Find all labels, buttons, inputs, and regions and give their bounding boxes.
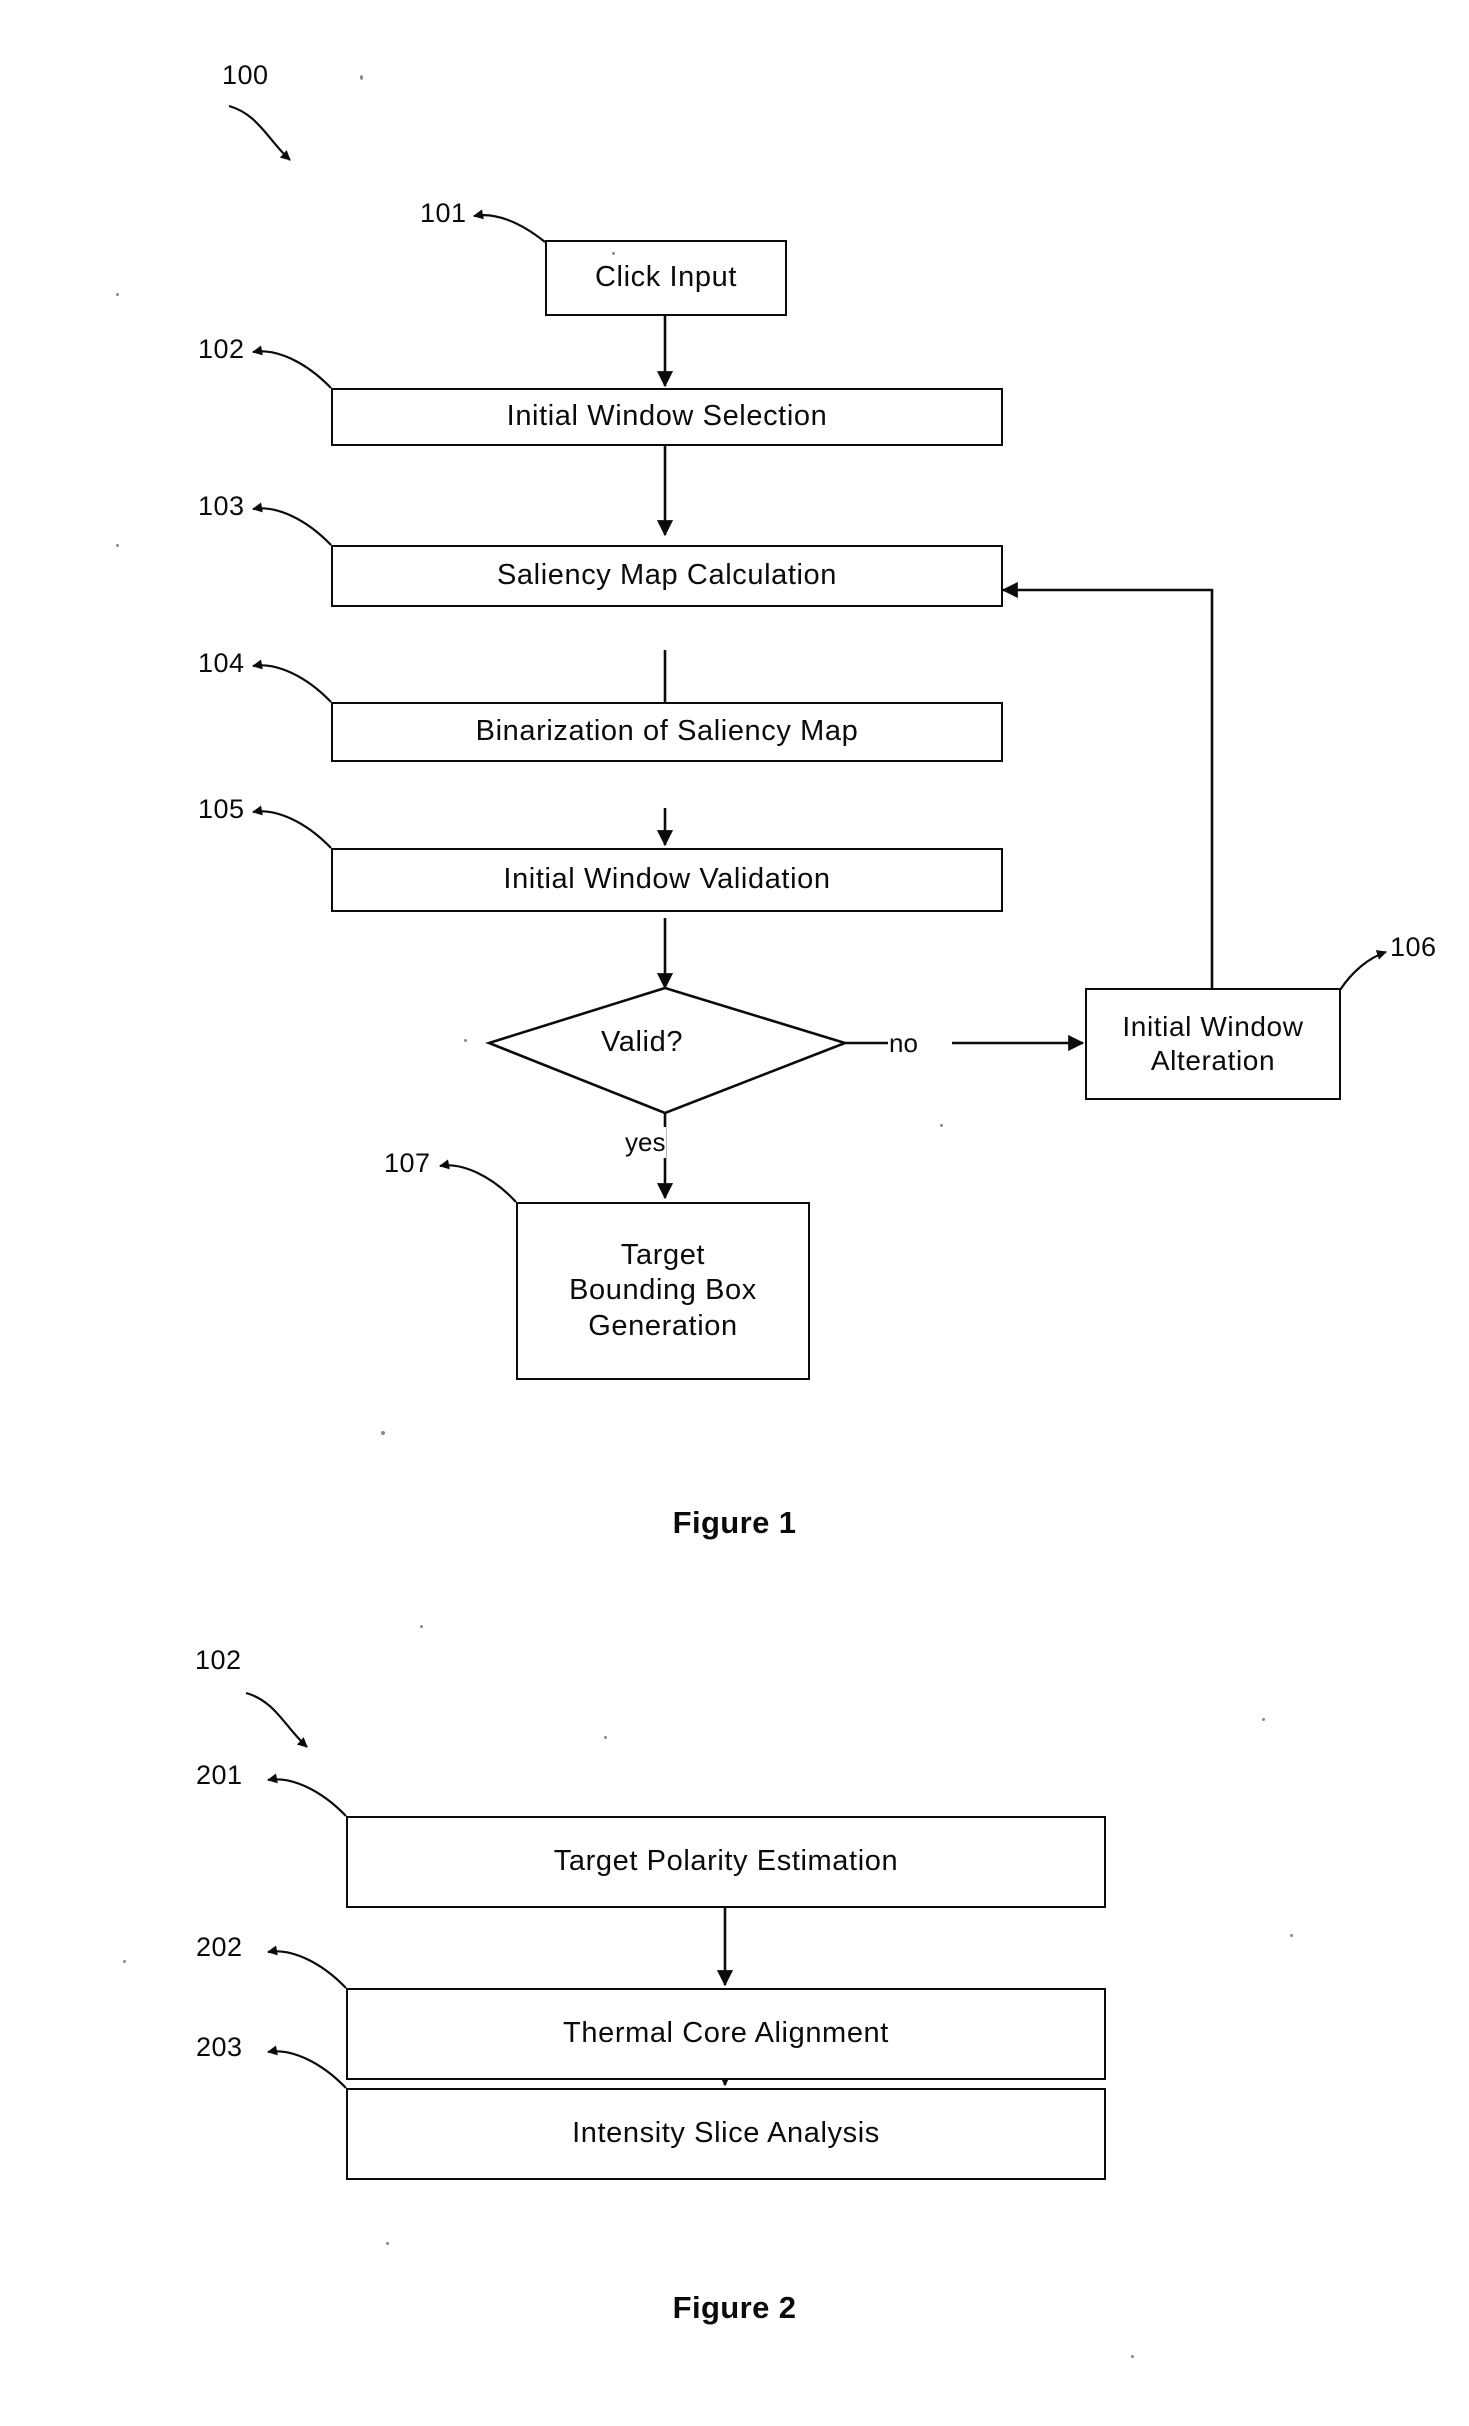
ref-label-fig2-102: 102 xyxy=(195,1645,242,1675)
scan-speck xyxy=(940,1124,943,1127)
scan-speck xyxy=(1290,1934,1293,1937)
ref-label-106: 106 xyxy=(1390,932,1437,962)
scan-speck xyxy=(116,544,119,547)
ref-label-202: 202 xyxy=(196,1932,243,1962)
scan-speck xyxy=(386,2242,389,2245)
node-saliency-map-calculation-label: Saliency Map Calculation xyxy=(496,559,837,592)
node-click-input[interactable]: Click Input xyxy=(545,240,787,316)
ref-label-102: 102 xyxy=(198,334,245,364)
node-initial-window-alteration-label: Initial Window Alteration xyxy=(1122,1010,1304,1076)
ref-label-101: 101 xyxy=(420,198,467,228)
scan-speck xyxy=(1262,1718,1265,1721)
ref-label-105: 105 xyxy=(198,794,245,824)
scan-speck xyxy=(116,293,119,296)
node-intensity-slice-analysis[interactable]: Intensity Slice Analysis xyxy=(346,2088,1106,2180)
node-saliency-map-calculation[interactable]: Saliency Map Calculation xyxy=(331,545,1003,607)
scan-speck xyxy=(1131,2355,1134,2358)
figure-2-caption: Figure 2 xyxy=(672,2290,797,2325)
drawing-sheet: 100 Click Input 101 Initial Window Selec… xyxy=(0,0,1469,2426)
figure-1-caption: Figure 1 xyxy=(672,1505,797,1540)
node-binarization-of-saliency-map-label: Binarization of Saliency Map xyxy=(475,715,859,748)
node-target-polarity-estimation[interactable]: Target Polarity Estimation xyxy=(346,1816,1106,1908)
ref-label-203: 203 xyxy=(196,2032,243,2062)
scan-speck xyxy=(612,252,615,255)
scan-speck xyxy=(123,1960,126,1963)
node-thermal-core-alignment-label: Thermal Core Alignment xyxy=(563,2017,889,2050)
node-target-bounding-box-generation[interactable]: Target Bounding Box Generation xyxy=(516,1202,810,1380)
edge-label-no: no xyxy=(888,1028,919,1059)
scan-speck xyxy=(381,1431,385,1435)
node-initial-window-validation-label: Initial Window Validation xyxy=(503,863,831,896)
decision-diamond-label: Valid? xyxy=(601,1026,684,1058)
node-target-bounding-box-generation-label: Target Bounding Box Generation xyxy=(569,1238,757,1342)
ref-label-104: 104 xyxy=(198,648,245,678)
ref-label-100: 100 xyxy=(222,60,269,90)
scan-speck xyxy=(464,1039,467,1042)
scan-speck xyxy=(360,75,363,80)
scan-speck xyxy=(420,1625,423,1628)
node-initial-window-validation[interactable]: Initial Window Validation xyxy=(331,848,1003,912)
node-target-polarity-estimation-label: Target Polarity Estimation xyxy=(553,1845,899,1878)
ref-label-103: 103 xyxy=(198,491,245,521)
node-initial-window-selection-label: Initial Window Selection xyxy=(506,400,828,433)
ref-label-107: 107 xyxy=(384,1148,431,1178)
ref-label-201: 201 xyxy=(196,1760,243,1790)
node-thermal-core-alignment[interactable]: Thermal Core Alignment xyxy=(346,1988,1106,2080)
edge-label-yes: yes xyxy=(624,1127,667,1158)
node-binarization-of-saliency-map[interactable]: Binarization of Saliency Map xyxy=(331,702,1003,762)
scan-speck xyxy=(604,1736,607,1739)
node-intensity-slice-analysis-label: Intensity Slice Analysis xyxy=(572,2117,880,2150)
node-initial-window-selection[interactable]: Initial Window Selection xyxy=(331,388,1003,446)
node-initial-window-alteration[interactable]: Initial Window Alteration xyxy=(1085,988,1341,1100)
node-click-input-label: Click Input xyxy=(595,261,737,294)
